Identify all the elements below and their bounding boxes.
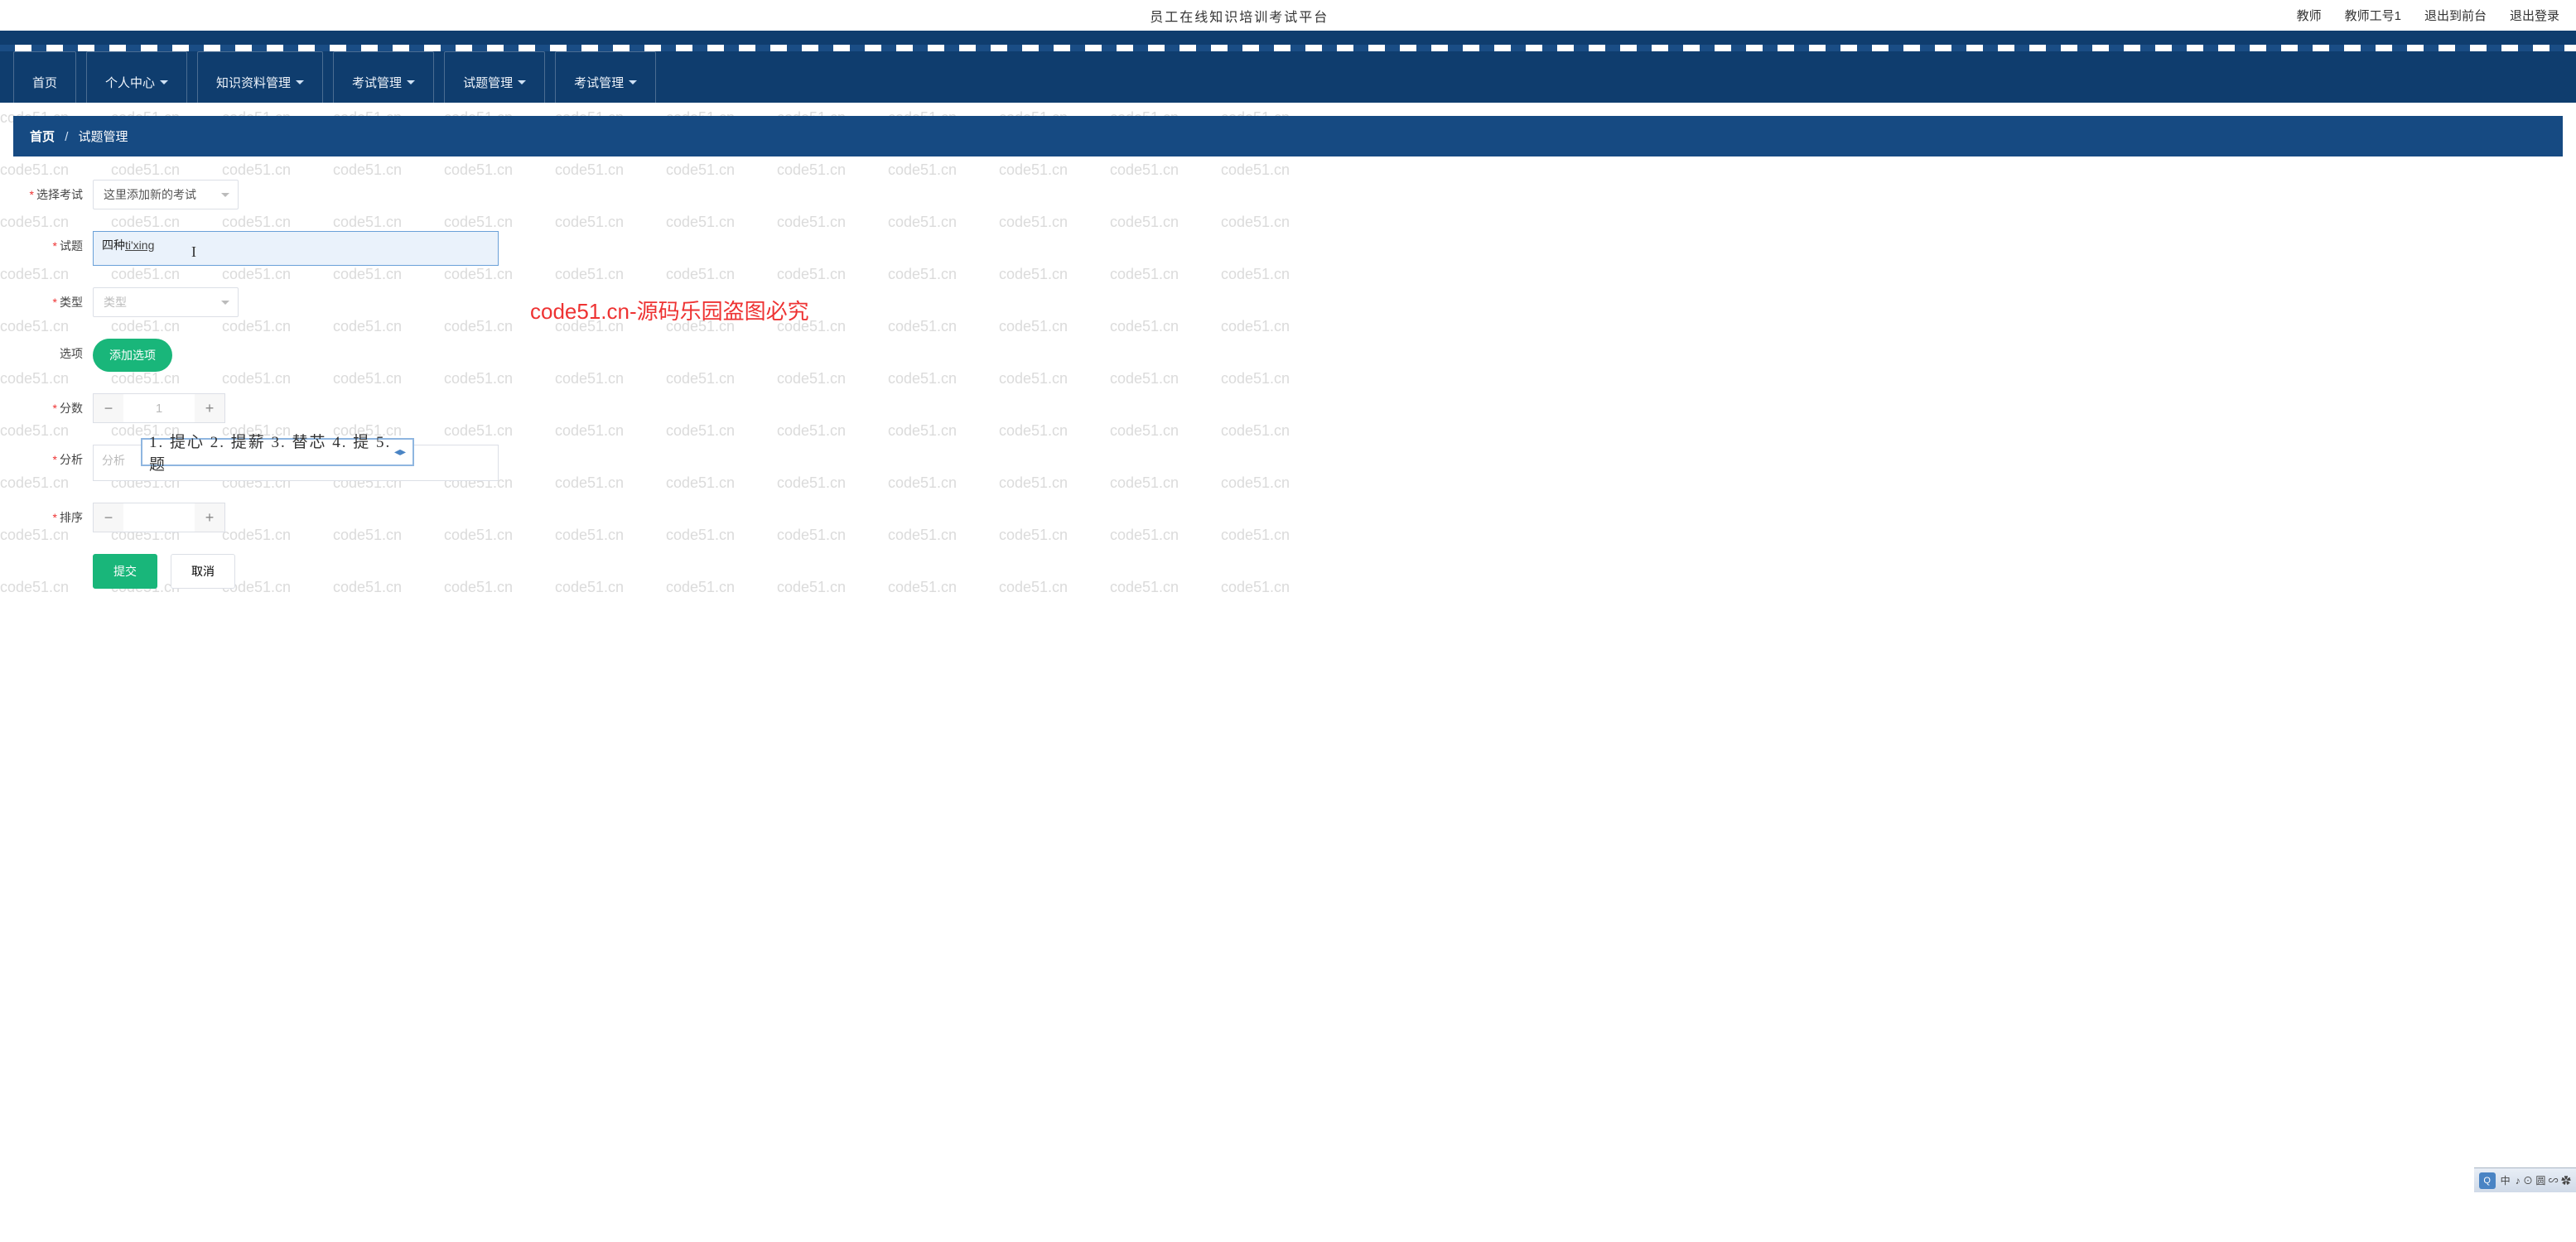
main-nav: 首页个人中心知识资料管理考试管理试题管理考试管理 xyxy=(0,51,2576,103)
ime-nav-arrows[interactable]: ◂▸ xyxy=(394,445,406,460)
label-score: 分数 xyxy=(25,393,83,416)
logout-link[interactable]: 退出登录 xyxy=(2510,7,2559,24)
label-type: 类型 xyxy=(25,287,83,310)
chevron-down-icon xyxy=(407,80,415,84)
user-name: 教师工号1 xyxy=(2345,7,2401,24)
add-option-button[interactable]: 添加选项 xyxy=(93,339,172,372)
breadcrumb-current: 试题管理 xyxy=(79,130,128,144)
question-form: 选择考试 这里添加新的考试 试题 四种ti'xing I 1. 提心 2. 提薪… xyxy=(0,156,2576,612)
score-plus-button[interactable]: + xyxy=(195,394,224,422)
chevron-down-icon xyxy=(221,301,229,305)
header-bar: 员工在线知识培训考试平台 教师 教师工号1 退出到前台 退出登录 xyxy=(0,0,2576,33)
text-cursor-icon: I xyxy=(191,243,196,261)
user-role: 教师 xyxy=(2297,7,2322,24)
ime-candidate-panel[interactable]: 1. 提心 2. 提薪 3. 替芯 4. 提 5. 题 ◂▸ xyxy=(141,438,414,466)
breadcrumb: 首页 / 试题管理 xyxy=(13,116,2563,156)
chevron-down-icon xyxy=(221,193,229,197)
nav-tab-3[interactable]: 考试管理 xyxy=(333,51,434,103)
submit-button[interactable]: 提交 xyxy=(93,554,157,589)
chevron-down-icon xyxy=(296,80,304,84)
exit-to-front-link[interactable]: 退出到前台 xyxy=(2424,7,2487,24)
label-sort: 排序 xyxy=(25,503,83,526)
label-options: 选项 xyxy=(25,339,83,362)
question-ime-raw: ti'xing xyxy=(125,238,154,252)
question-text-prefix: 四种 xyxy=(102,238,125,252)
ime-icon[interactable]: Q xyxy=(2479,1172,2496,1189)
ime-taskbar[interactable]: Q 中 ♪ ⊙ 圆 ∽ ✿ xyxy=(2474,1167,2576,1192)
nav-tab-5[interactable]: 考试管理 xyxy=(555,51,656,103)
chevron-down-icon xyxy=(629,80,637,84)
select-exam-value: 这里添加新的考试 xyxy=(104,186,196,203)
score-value[interactable]: 1 xyxy=(123,402,195,416)
nav-tab-1[interactable]: 个人中心 xyxy=(86,51,187,103)
app-title: 员工在线知识培训考试平台 xyxy=(17,6,2297,26)
ime-extras[interactable]: ♪ ⊙ 圆 ∽ ✿ xyxy=(2516,1173,2571,1187)
sort-stepper[interactable]: − + xyxy=(93,503,225,532)
dash-strip xyxy=(0,45,2576,51)
label-select-exam: 选择考试 xyxy=(25,180,83,203)
label-question: 试题 xyxy=(25,231,83,254)
decorative-clouds xyxy=(0,1002,348,1192)
cancel-button[interactable]: 取消 xyxy=(171,554,235,589)
ime-mode[interactable]: 中 xyxy=(2501,1173,2511,1187)
nav-tab-4[interactable]: 试题管理 xyxy=(444,51,545,103)
select-exam-dropdown[interactable]: 这里添加新的考试 xyxy=(93,180,239,209)
chevron-down-icon xyxy=(518,80,526,84)
question-textarea[interactable]: 四种ti'xing I xyxy=(93,231,499,266)
label-analysis: 分析 xyxy=(25,445,83,468)
nav-tab-2[interactable]: 知识资料管理 xyxy=(197,51,323,103)
chevron-down-icon xyxy=(160,80,168,84)
score-minus-button[interactable]: − xyxy=(94,394,123,422)
type-placeholder: 类型 xyxy=(104,294,127,310)
breadcrumb-home[interactable]: 首页 xyxy=(30,130,55,144)
type-dropdown[interactable]: 类型 xyxy=(93,287,239,317)
score-stepper[interactable]: − 1 + xyxy=(93,393,225,423)
top-band xyxy=(0,33,2576,45)
sort-plus-button[interactable]: + xyxy=(195,503,224,532)
sort-minus-button[interactable]: − xyxy=(94,503,123,532)
nav-tab-0[interactable]: 首页 xyxy=(13,51,76,103)
ime-candidates[interactable]: 1. 提心 2. 提薪 3. 替芯 4. 提 5. 题 xyxy=(149,430,394,474)
breadcrumb-separator: / xyxy=(65,130,68,144)
